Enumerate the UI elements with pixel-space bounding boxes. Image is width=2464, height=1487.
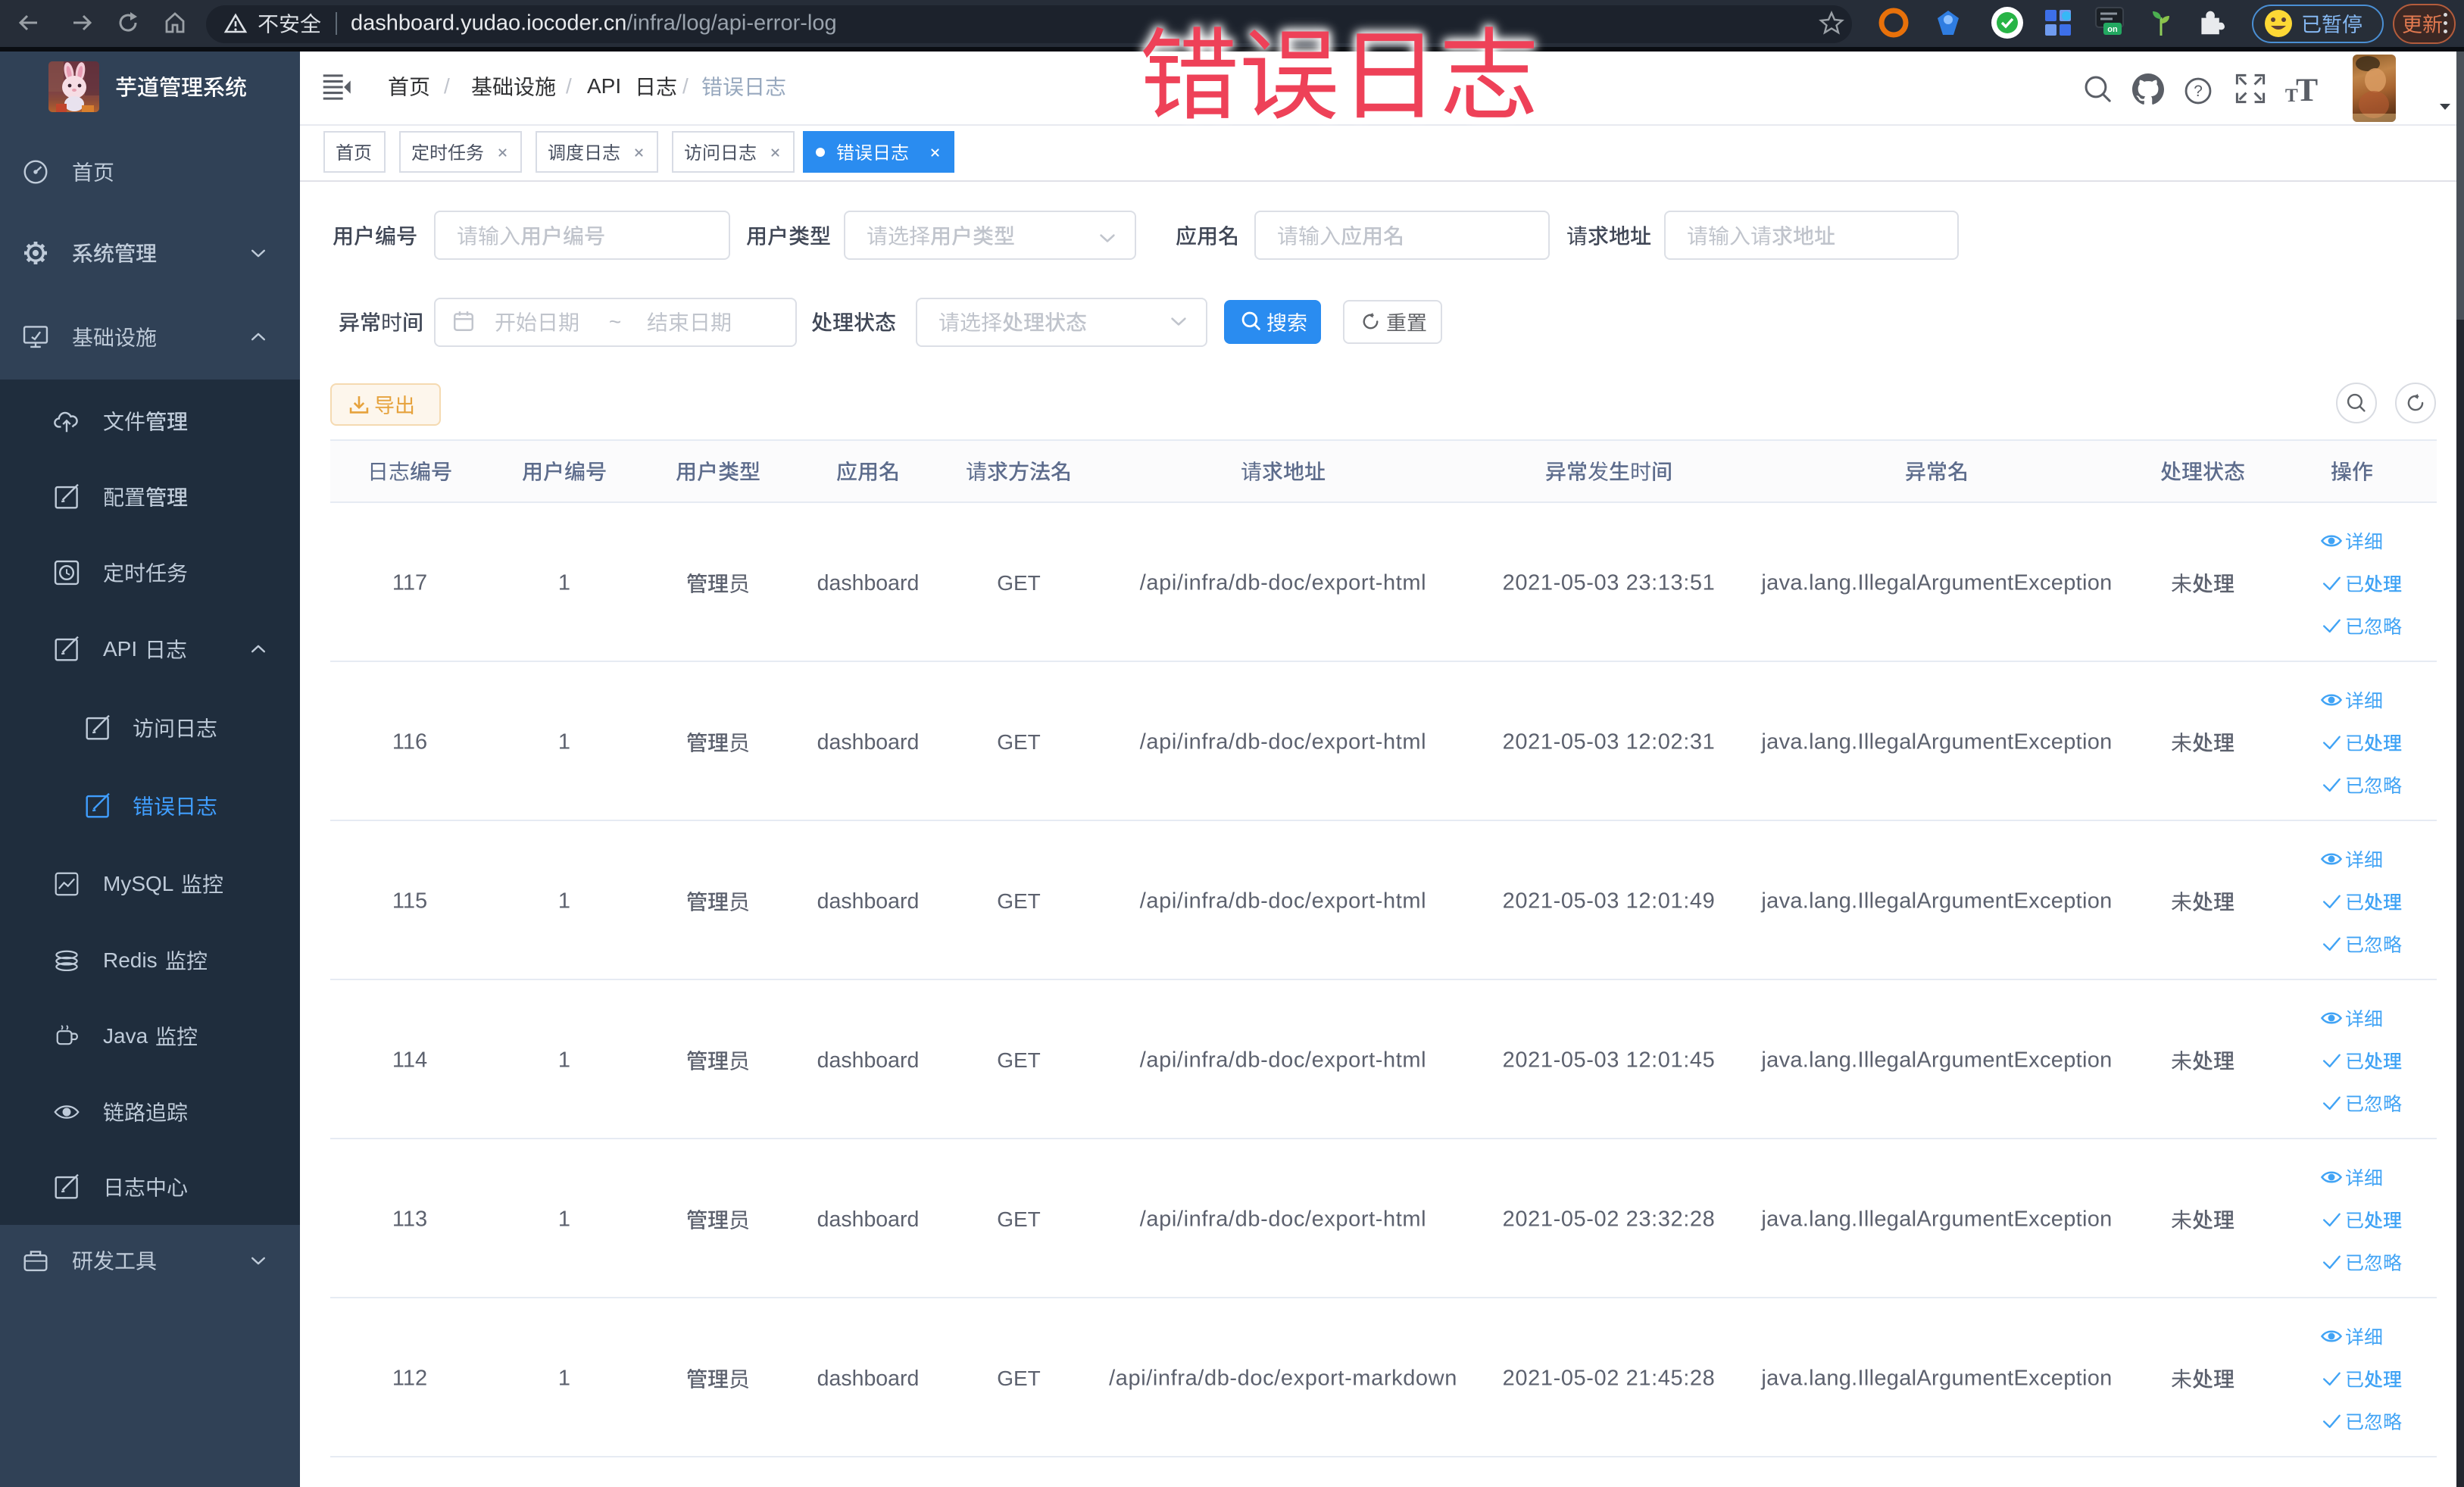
svg-text:on: on bbox=[2107, 25, 2118, 34]
svg-text:T: T bbox=[2285, 85, 2298, 106]
svg-text:T: T bbox=[2296, 72, 2318, 108]
svg-text:?: ? bbox=[2194, 83, 2203, 100]
